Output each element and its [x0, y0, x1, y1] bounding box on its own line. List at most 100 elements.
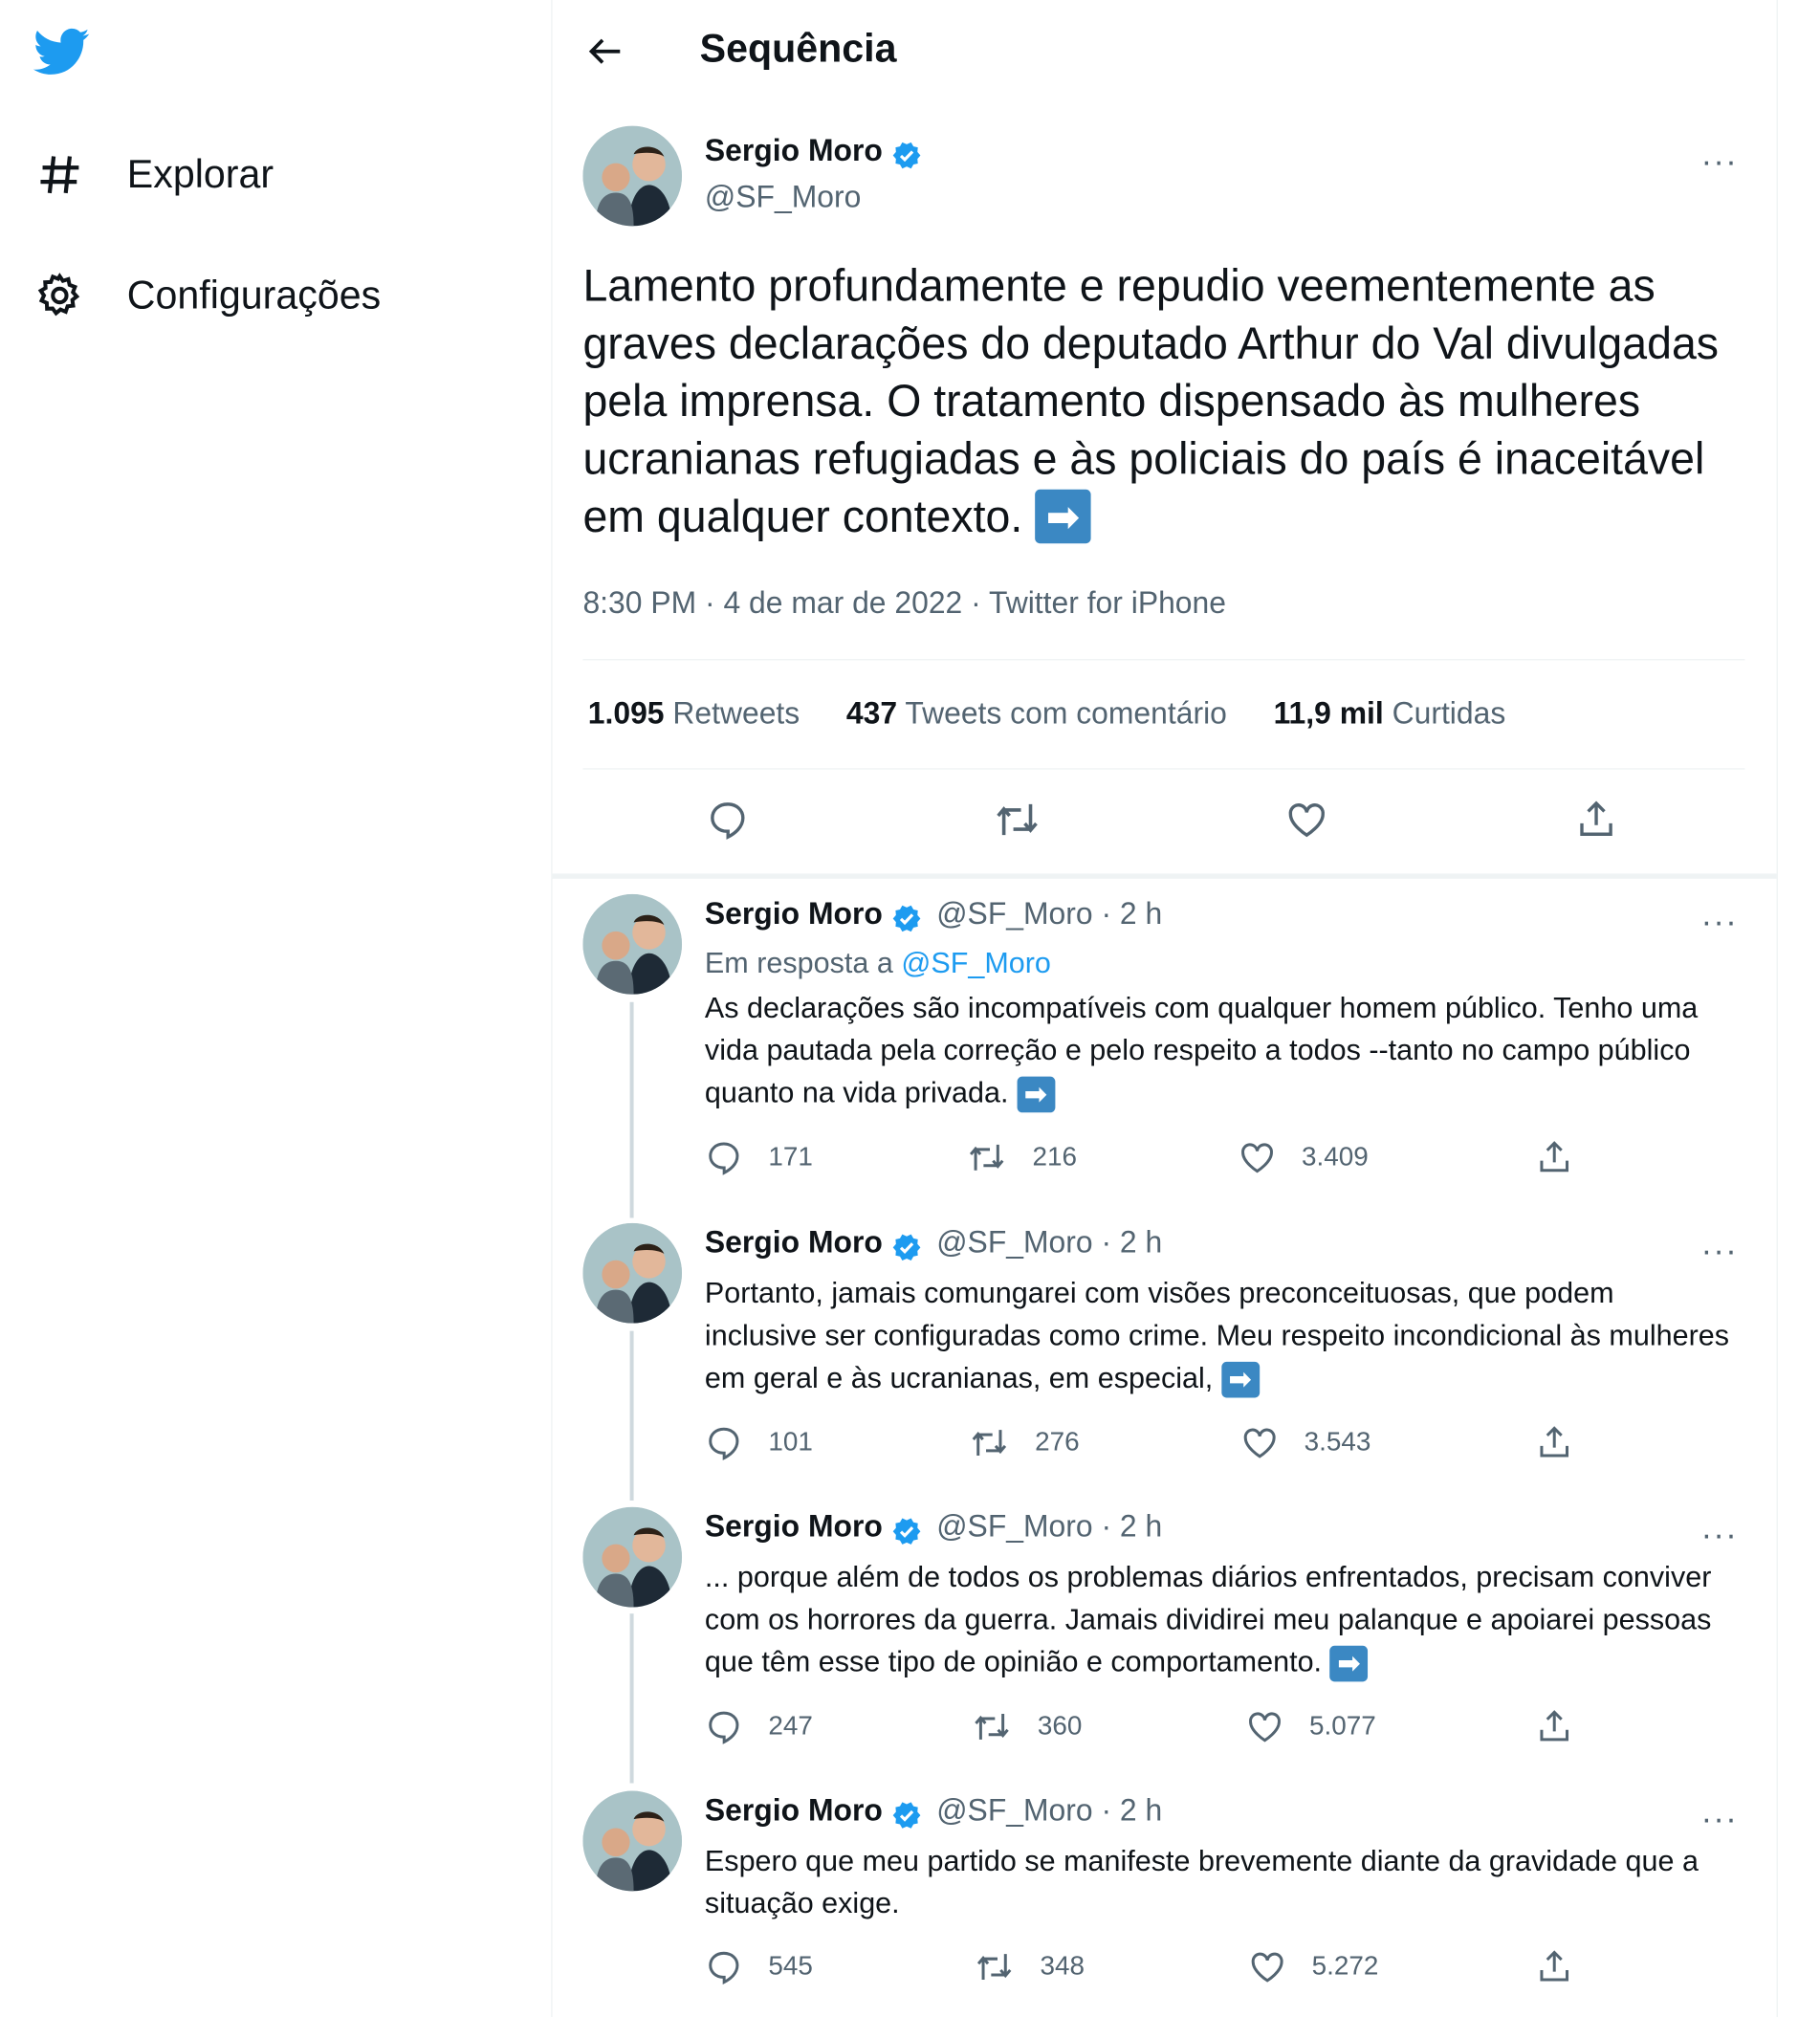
- share-action[interactable]: [1535, 1947, 1573, 1985]
- more-options-icon[interactable]: ···: [1700, 1801, 1739, 1837]
- gear-icon: [33, 269, 87, 322]
- retweet-action[interactable]: 216: [966, 1138, 1077, 1176]
- retweet-icon: [969, 1144, 1004, 1171]
- reply-context: Em resposta a @SF_Moro: [705, 946, 1051, 980]
- retweet-icon[interactable]: [992, 794, 1042, 845]
- tweet-actions: 101 276 3.543: [705, 1423, 1593, 1469]
- likes-label: Curtidas: [1392, 696, 1506, 732]
- reply-action[interactable]: 545: [705, 1947, 813, 1985]
- avatar[interactable]: [582, 893, 683, 995]
- retweet-action[interactable]: 276: [969, 1423, 1080, 1461]
- handle-time[interactable]: @SF_Moro · 2 h: [936, 1509, 1162, 1544]
- sidebar-item-label: Configurações: [126, 272, 382, 318]
- reply-count: 101: [768, 1427, 813, 1458]
- tweet-text-content: Espero que meu partido se manifeste brev…: [704, 1843, 1699, 1919]
- like-action[interactable]: 3.543: [1240, 1423, 1370, 1461]
- retweet-icon: [976, 1954, 1012, 1981]
- retweets-count: 1.095: [587, 696, 665, 732]
- share-icon[interactable]: [1570, 794, 1621, 845]
- more-options-icon[interactable]: ···: [1700, 1234, 1739, 1269]
- avatar[interactable]: [582, 1222, 683, 1324]
- tweet-text: Lamento profundamente e repudio veemente…: [582, 257, 1751, 546]
- more-options-icon[interactable]: ···: [1700, 143, 1739, 180]
- tweet-text-content: ... porque além de todos os problemas di…: [704, 1559, 1712, 1678]
- likes-count: 11,9 mil: [1273, 696, 1384, 732]
- avatar[interactable]: [582, 1506, 683, 1608]
- page-title: Sequência: [699, 25, 897, 71]
- heart-icon[interactable]: [1282, 794, 1332, 845]
- retweet-count: 360: [1037, 1711, 1083, 1742]
- tweet-text: As declarações são incompatíveis com qua…: [705, 987, 1734, 1114]
- back-arrow-icon[interactable]: [581, 26, 631, 77]
- tweet-text: Portanto, jamais comungarei com visões p…: [705, 1272, 1734, 1399]
- twitter-logo-icon[interactable]: [33, 23, 92, 79]
- more-options-icon[interactable]: ···: [1700, 905, 1739, 940]
- tweet-actions: 247 360 5.077: [705, 1707, 1593, 1753]
- author-name[interactable]: Sergio Moro: [705, 134, 883, 168]
- share-icon: [1540, 1141, 1568, 1173]
- tweet-text-content: As declarações são incompatíveis com qua…: [704, 990, 1699, 1109]
- reply-icon: [709, 1951, 739, 1984]
- tweet-actions: 545 348 5.272: [705, 1947, 1593, 1993]
- heart-icon: [1241, 1143, 1273, 1173]
- author-name[interactable]: Sergio Moro: [705, 897, 883, 932]
- avatar[interactable]: [582, 1790, 683, 1892]
- verified-badge-icon: [892, 1234, 921, 1261]
- avatar[interactable]: [582, 125, 683, 227]
- share-action[interactable]: [1535, 1423, 1573, 1461]
- reply-icon[interactable]: [702, 794, 753, 845]
- arrow-right-emoji: ➡: [1016, 1076, 1055, 1113]
- quotes-label: Tweets com comentário: [905, 696, 1227, 732]
- tweet-text: Espero que meu partido se manifeste brev…: [705, 1840, 1734, 1925]
- verified-badge-icon: [892, 905, 921, 932]
- section-separator: [552, 873, 1777, 879]
- reply-icon: [709, 1711, 739, 1744]
- quotes-count: 437: [845, 696, 898, 732]
- reply-count: 545: [768, 1951, 813, 1982]
- reply-action[interactable]: 171: [705, 1138, 813, 1176]
- retweet-count: 276: [1035, 1427, 1080, 1458]
- handle-time[interactable]: @SF_Moro · 2 h: [936, 1793, 1162, 1828]
- handle-time[interactable]: @SF_Moro · 2 h: [936, 897, 1162, 932]
- reply-action[interactable]: 101: [705, 1423, 813, 1461]
- like-action[interactable]: 5.077: [1246, 1707, 1376, 1745]
- sidebar-item-explorar[interactable]: Explorar: [33, 143, 274, 205]
- reply-action[interactable]: 247: [705, 1707, 813, 1745]
- author-name[interactable]: Sergio Moro: [705, 1793, 883, 1828]
- retweets-stat[interactable]: 1.095 Retweets: [588, 696, 800, 731]
- tweet-text: ... porque além de todos os problemas di…: [705, 1556, 1734, 1683]
- retweet-action[interactable]: 348: [974, 1947, 1085, 1985]
- like-count: 5.077: [1308, 1711, 1376, 1742]
- share-action[interactable]: [1535, 1707, 1573, 1745]
- share-icon: [1540, 1710, 1568, 1742]
- thread-tweet[interactable]: Sergio Moro @SF_Moro · 2 h ··· Espero qu…: [553, 1790, 1777, 2017]
- heart-icon: [1251, 1952, 1283, 1983]
- sidebar-item-label: Explorar: [126, 151, 274, 197]
- reply-to-link[interactable]: @SF_Moro: [901, 946, 1051, 979]
- arrow-right-emoji: ➡: [1329, 1645, 1369, 1682]
- page-header: Sequência: [553, 0, 1777, 102]
- thread-tweet[interactable]: Sergio Moro @SF_Moro · 2 h ··· Portanto,…: [553, 1222, 1777, 1493]
- share-icon: [1540, 1426, 1568, 1458]
- handle-time[interactable]: @SF_Moro · 2 h: [936, 1226, 1162, 1261]
- author-name[interactable]: Sergio Moro: [705, 1509, 883, 1544]
- retweet-action[interactable]: 360: [972, 1707, 1083, 1745]
- tweet-meta[interactable]: 8:30 PM · 4 de mar de 2022 · Twitter for…: [582, 586, 1226, 623]
- heart-icon: [1243, 1428, 1276, 1458]
- author-handle[interactable]: @SF_Moro: [705, 180, 861, 216]
- reply-icon: [709, 1142, 739, 1175]
- like-action[interactable]: 5.272: [1248, 1947, 1378, 1985]
- author-name[interactable]: Sergio Moro: [705, 1226, 883, 1261]
- like-action[interactable]: 3.409: [1239, 1138, 1369, 1176]
- thread-tweet[interactable]: Sergio Moro @SF_Moro · 2 h ··· ... porqu…: [553, 1506, 1777, 1777]
- sidebar-item-configuracoes[interactable]: Configurações: [33, 265, 382, 326]
- reply-count: 247: [768, 1711, 813, 1742]
- frame: Explorar Configurações Sequência Sergio …: [0, 0, 1820, 2017]
- quotes-stat[interactable]: 437 Tweets com comentário: [846, 696, 1227, 731]
- share-action[interactable]: [1535, 1138, 1573, 1176]
- verified-badge-icon: [892, 142, 921, 168]
- thread-tweet[interactable]: Sergio Moro @SF_Moro · 2 h ··· Em respos…: [553, 893, 1777, 1202]
- more-options-icon[interactable]: ···: [1700, 1517, 1739, 1553]
- likes-stat[interactable]: 11,9 mil Curtidas: [1274, 696, 1506, 731]
- tweet-actions: [553, 783, 1777, 861]
